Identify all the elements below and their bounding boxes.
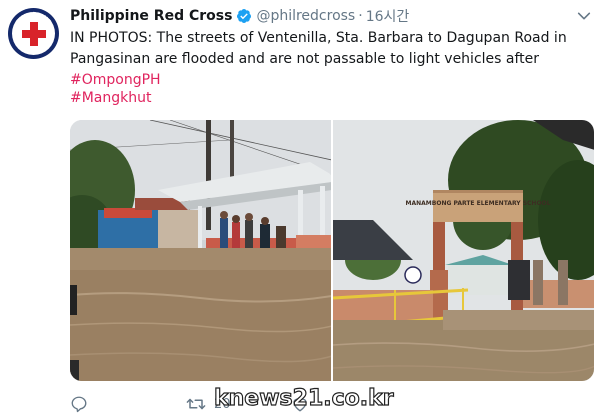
tweet-text: IN PHOTOS: The streets of Ventenilla, St… (70, 28, 590, 91)
verified-icon (237, 9, 252, 23)
display-name[interactable]: Philippine Red Cross (70, 8, 232, 24)
watermark: knews21.co.kr (213, 385, 394, 411)
handle[interactable]: @philredcross (256, 8, 355, 24)
chevron-down-icon[interactable] (576, 8, 592, 24)
red-cross-logo (12, 12, 55, 55)
tweet-card[interactable]: PHILIPPINE RED CROSS Philippine Red Cros… (0, 0, 600, 418)
flooded-street-image (70, 120, 331, 381)
tweet-header: Philippine Red Cross @philredcross · 16시… (70, 6, 409, 26)
school-sign-text: MANAMBONG PARTE ELEMENTARY SCHOOL (406, 200, 551, 207)
flooded-school-image: MANAMBONG PARTE ELEMENTARY SCHOOL (333, 120, 594, 381)
avatar[interactable]: PHILIPPINE RED CROSS (8, 8, 59, 59)
media-grid: MANAMBONG PARTE ELEMENTARY SCHOOL (70, 120, 594, 381)
tweet-text-line2: Pangasinan are flooded and are not passa… (70, 51, 540, 67)
hashtag-ompongph[interactable]: #OmpongPH (70, 72, 161, 88)
tweet-text-line1: IN PHOTOS: The streets of Ventenilla, St… (70, 30, 567, 46)
photo-flooded-street[interactable] (70, 120, 331, 381)
hashtag-mangkhut[interactable]: #Mangkhut (70, 90, 152, 106)
reply-icon (71, 396, 87, 413)
separator-dot: · (358, 8, 363, 24)
retweet-icon (186, 398, 206, 410)
reply-button[interactable] (70, 395, 96, 413)
photo-flooded-school-gate[interactable]: MANAMBONG PARTE ELEMENTARY SCHOOL (333, 120, 594, 381)
timestamp[interactable]: 16시간 (366, 6, 410, 26)
